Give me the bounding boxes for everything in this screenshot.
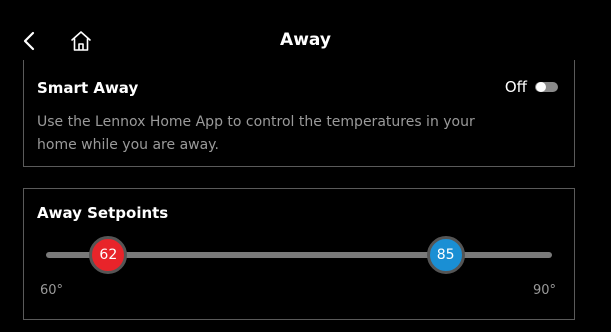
- page-title: Away: [280, 30, 331, 50]
- range-min-label: 60°: [40, 283, 64, 298]
- smart-away-description: Use the Lennox Home App to control the t…: [37, 114, 475, 153]
- away-setpoints-panel: Away Setpoints 62 85 60° 90°: [23, 188, 575, 320]
- smart-away-toggle[interactable]: Off: [505, 78, 558, 96]
- toggle-state-label: Off: [504, 78, 527, 96]
- heat-setpoint-handle[interactable]: 62: [89, 236, 128, 274]
- range-max-label: 90°: [532, 283, 556, 298]
- toggle-switch[interactable]: [535, 82, 558, 92]
- cool-setpoint-handle[interactable]: 85: [426, 236, 465, 274]
- smart-away-title: Smart Away: [37, 79, 139, 97]
- toggle-knob: [536, 82, 546, 92]
- smart-away-panel: Smart Away Off Use the Lennox Home App t…: [23, 60, 575, 167]
- away-setpoints-title: Away Setpoints: [37, 204, 169, 222]
